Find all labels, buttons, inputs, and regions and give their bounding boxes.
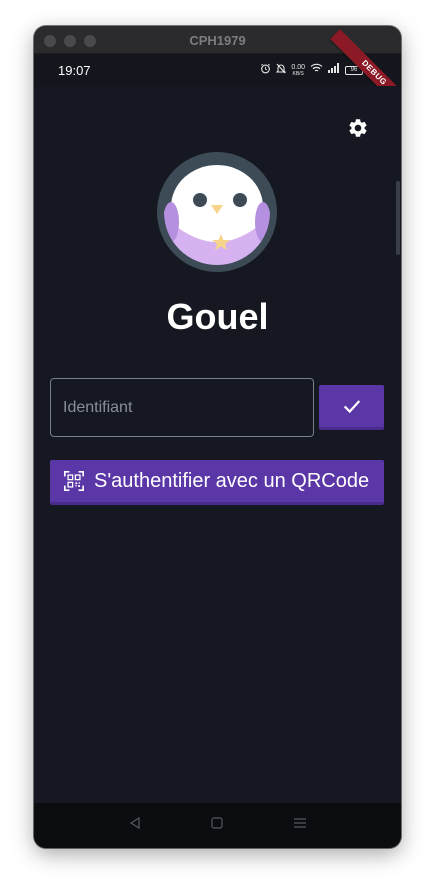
- net-speed: 0.00 KB/S: [291, 63, 305, 77]
- identifier-field[interactable]: [50, 378, 314, 437]
- wifi-icon: [310, 63, 323, 77]
- mute-icon: [276, 63, 287, 78]
- avatar: [157, 152, 277, 272]
- gear-icon: [349, 119, 367, 137]
- status-bar: 19:07 0.00 KB/S 96: [34, 54, 401, 86]
- signal-icon: [328, 63, 340, 77]
- qr-auth-button-label: S'authentifier avec un QRCode: [94, 469, 370, 492]
- submit-button[interactable]: [319, 385, 384, 430]
- login-screen: Gouel S'authentifier avec un QRCode: [34, 86, 401, 803]
- emulator-window: CPH1979 19:07 0.00 KB/S 96 DEBUG Gouel I…: [34, 26, 401, 848]
- qr-auth-button[interactable]: S'authentifier avec un QRCode: [50, 460, 384, 505]
- android-nav-bar: [34, 803, 401, 848]
- qr-code-scanner-icon: [64, 471, 84, 491]
- home-icon[interactable]: [202, 816, 232, 835]
- back-icon[interactable]: [120, 816, 150, 835]
- menu-icon[interactable]: [285, 816, 315, 835]
- settings-button[interactable]: [344, 114, 372, 142]
- identifier-input[interactable]: [51, 379, 313, 436]
- alarm-icon: [260, 63, 271, 78]
- status-time: 19:07: [58, 63, 91, 78]
- status-icons: 0.00 KB/S 96: [260, 63, 363, 77]
- check-icon: [343, 400, 360, 414]
- app-title: Gouel: [166, 296, 269, 337]
- owl-mascot-icon: [164, 159, 270, 265]
- scrollbar[interactable]: [396, 181, 400, 255]
